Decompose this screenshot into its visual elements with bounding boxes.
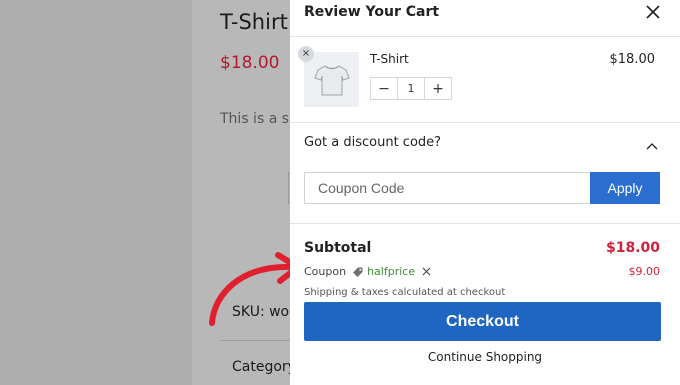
cart-drawer: Review Your Cart × T-Shirt $18.00 − 1 + … bbox=[290, 0, 680, 385]
product-category: Category bbox=[232, 359, 292, 375]
tshirt-image bbox=[313, 64, 350, 95]
coupon-code: halfprice bbox=[367, 265, 416, 278]
quantity-decrement-button[interactable]: − bbox=[371, 81, 397, 97]
cart-totals: Subtotal $18.00 Coupon halfprice $9.00 S… bbox=[290, 224, 680, 385]
coupon-code-input[interactable] bbox=[304, 172, 590, 204]
continue-shopping-link[interactable]: Continue Shopping bbox=[290, 350, 680, 364]
checkout-button[interactable]: Checkout bbox=[304, 302, 661, 341]
tag-icon bbox=[353, 267, 363, 277]
subtotal-label: Subtotal bbox=[304, 240, 372, 256]
cart-title: Review Your Cart bbox=[304, 4, 440, 20]
close-icon[interactable] bbox=[644, 3, 662, 21]
item-name[interactable]: T-Shirt bbox=[370, 52, 409, 66]
product-description: This is a sin bbox=[220, 111, 292, 127]
discount-section: Got a discount code? Apply bbox=[290, 123, 680, 224]
applied-coupon: Coupon halfprice bbox=[304, 265, 431, 278]
overlay-left bbox=[0, 0, 192, 385]
quantity-value[interactable]: 1 bbox=[397, 78, 425, 99]
discount-toggle-label[interactable]: Got a discount code? bbox=[304, 135, 441, 150]
item-thumbnail[interactable] bbox=[304, 52, 359, 107]
coupon-discount-value: $9.00 bbox=[628, 265, 661, 278]
chevron-up-icon[interactable] bbox=[645, 139, 659, 153]
quantity-stepper: − 1 + bbox=[370, 77, 452, 100]
product-price: $18.00 bbox=[220, 53, 280, 73]
shipping-note: Shipping & taxes calculated at checkout bbox=[304, 287, 506, 298]
subtotal-value: $18.00 bbox=[605, 240, 660, 256]
divider bbox=[220, 340, 292, 341]
remove-coupon-icon[interactable] bbox=[422, 267, 431, 276]
quantity-increment-button[interactable]: + bbox=[425, 81, 451, 97]
cart-header: Review Your Cart bbox=[290, 0, 680, 37]
apply-coupon-button[interactable]: Apply bbox=[590, 172, 660, 204]
remove-item-button[interactable]: × bbox=[298, 46, 314, 62]
product-title: T-Shirt bbox=[220, 10, 288, 34]
cart-item: × T-Shirt $18.00 − 1 + bbox=[290, 37, 680, 123]
item-price: $18.00 bbox=[609, 52, 656, 67]
coupon-label: Coupon bbox=[304, 265, 347, 278]
